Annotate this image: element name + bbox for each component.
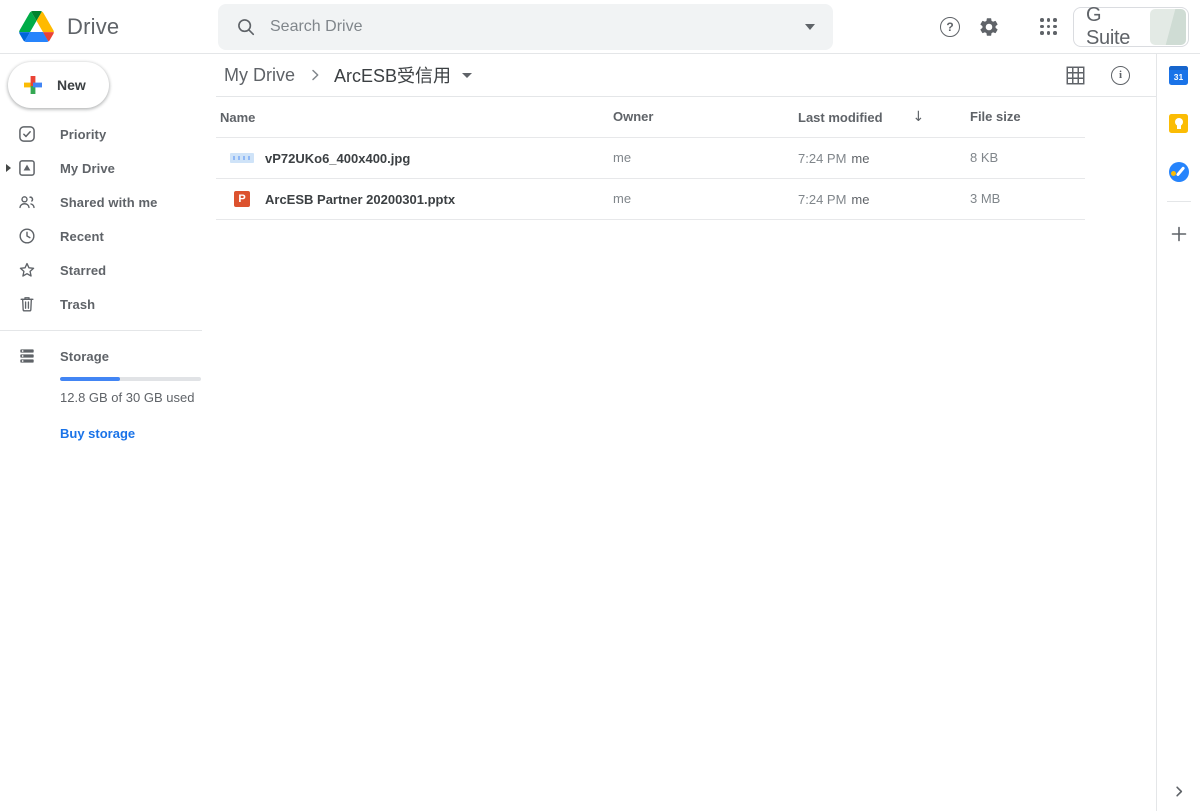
sidebar-item-trash[interactable]: Trash [0,287,216,321]
folder-menu-caret-icon[interactable] [462,72,473,78]
sidebar-item-label: Starred [60,262,107,278]
file-modified-by: me [851,191,870,207]
file-name[interactable]: vP72UKo6_400x400.jpg [265,151,410,166]
column-header-name[interactable]: Name [220,110,255,125]
breadcrumb-root[interactable]: My Drive [224,65,295,86]
sidebar-item-shared-with-me[interactable]: Shared with me [0,185,216,219]
grid-view-button[interactable] [1066,66,1085,85]
storage-progress [60,377,201,381]
sidebar-item-label: Priority [60,126,107,142]
gear-icon [980,17,998,36]
grid-view-icon [1066,66,1085,84]
right-side-panel: 31 [1156,54,1200,811]
gsuite-label: G Suite [1086,3,1131,49]
rail-divider [1166,201,1191,202]
file-size: 8 KB [970,150,999,165]
organization-logo-image [1150,8,1186,45]
plus-icon [1171,226,1186,242]
file-name[interactable]: ArcESB Partner 20200301.pptx [265,192,455,207]
search-options-caret-icon[interactable] [805,23,815,30]
storage-icon [17,346,37,366]
storage-used-text: 12.8 GB of 30 GB used [60,390,195,405]
left-sidebar: New Priority My Drive Shared with me Rec… [0,54,216,811]
apps-grid-button[interactable] [1040,18,1057,35]
hide-side-panel-button[interactable] [1171,784,1186,799]
table-header-row: Name Owner Last modified ↓ File size [216,97,1085,138]
clock-icon [17,226,37,246]
new-button[interactable]: New [8,62,109,108]
shared-people-icon [17,192,37,212]
get-add-ons-button[interactable] [1171,226,1187,242]
storage-section: Storage 12.8 GB of 30 GB used Buy storag… [0,339,216,443]
file-modified-time: 7:24 PM [798,191,847,207]
info-button[interactable]: i [1111,65,1130,85]
sidebar-divider [0,330,202,331]
priority-icon [17,124,37,144]
sidebar-item-label: My Drive [60,160,115,176]
my-drive-icon [17,158,37,178]
file-row-image[interactable]: vP72UKo6_400x400.jpg me 7:24 PM me 8 KB [216,138,1085,179]
storage-progress-fill [60,377,121,381]
file-owner: me [613,191,632,206]
chevron-right-icon [1175,786,1182,797]
storage-label: Storage [60,348,110,364]
file-row-pptx[interactable]: P ArcESB Partner 20200301.pptx me 7:24 P… [216,179,1085,220]
calendar-button[interactable]: 31 [1169,66,1188,85]
column-header-file-size: File size [970,109,1021,124]
sidebar-item-label: Trash [60,296,96,312]
expand-arrow-icon[interactable] [6,164,11,172]
info-icon: i [1111,65,1130,85]
main-content: My Drive ArcESB受信用 i Name Owner Last mod… [216,54,1156,811]
column-header-last-modified[interactable]: Last modified [798,110,883,125]
sidebar-item-starred[interactable]: Starred [0,253,216,287]
google-calendar-icon: 31 [1169,66,1188,85]
view-actions: i [1066,65,1156,85]
trash-icon [17,294,37,314]
top-bar: Drive ? G Suite [0,0,1200,54]
multicolor-plus-icon [24,76,42,94]
gsuite-badge[interactable]: G Suite [1073,3,1189,49]
search-bar[interactable] [218,3,833,50]
star-icon [17,260,37,280]
settings-button[interactable] [978,16,1000,38]
app-name: Drive [67,13,120,39]
google-drive-logo-icon [19,11,54,42]
file-size: 3 MB [970,191,1001,206]
sidebar-item-my-drive[interactable]: My Drive [0,151,216,185]
column-header-owner: Owner [613,109,654,124]
help-icon: ? [940,16,960,37]
file-modified-by: me [851,150,870,166]
sidebar-item-label: Shared with me [60,194,158,210]
breadcrumb-current[interactable]: ArcESB受信用 [334,62,451,88]
file-owner: me [613,150,632,165]
sidebar-nav: Priority My Drive Shared with me Recent … [0,117,216,321]
powerpoint-icon: P [234,191,250,207]
search-input[interactable] [270,17,805,36]
apps-grid-icon [1040,18,1057,35]
topbar-actions: ? G Suite [940,3,1200,49]
sidebar-item-label: Recent [60,228,104,244]
file-modified-time: 7:24 PM [798,150,847,166]
file-table: Name Owner Last modified ↓ File size vP7… [216,97,1085,220]
tasks-pencil-icon [1175,166,1186,177]
buy-storage-link[interactable]: Buy storage [60,426,135,441]
breadcrumb-bar: My Drive ArcESB受信用 i [216,54,1156,97]
sidebar-item-storage[interactable]: Storage [0,339,216,373]
image-thumbnail-icon [230,153,254,163]
new-button-label: New [57,77,86,93]
calendar-day-number: 31 [1173,71,1184,82]
breadcrumb-separator-icon [307,67,323,83]
search-icon [238,18,255,35]
help-button[interactable]: ? [940,16,960,37]
drive-logo-area[interactable]: Drive [0,11,216,42]
sort-descending-icon[interactable]: ↓ [913,109,925,125]
tasks-button[interactable] [1168,162,1189,182]
sidebar-item-priority[interactable]: Priority [0,117,216,151]
sidebar-item-recent[interactable]: Recent [0,219,216,253]
keep-button[interactable] [1169,114,1188,133]
